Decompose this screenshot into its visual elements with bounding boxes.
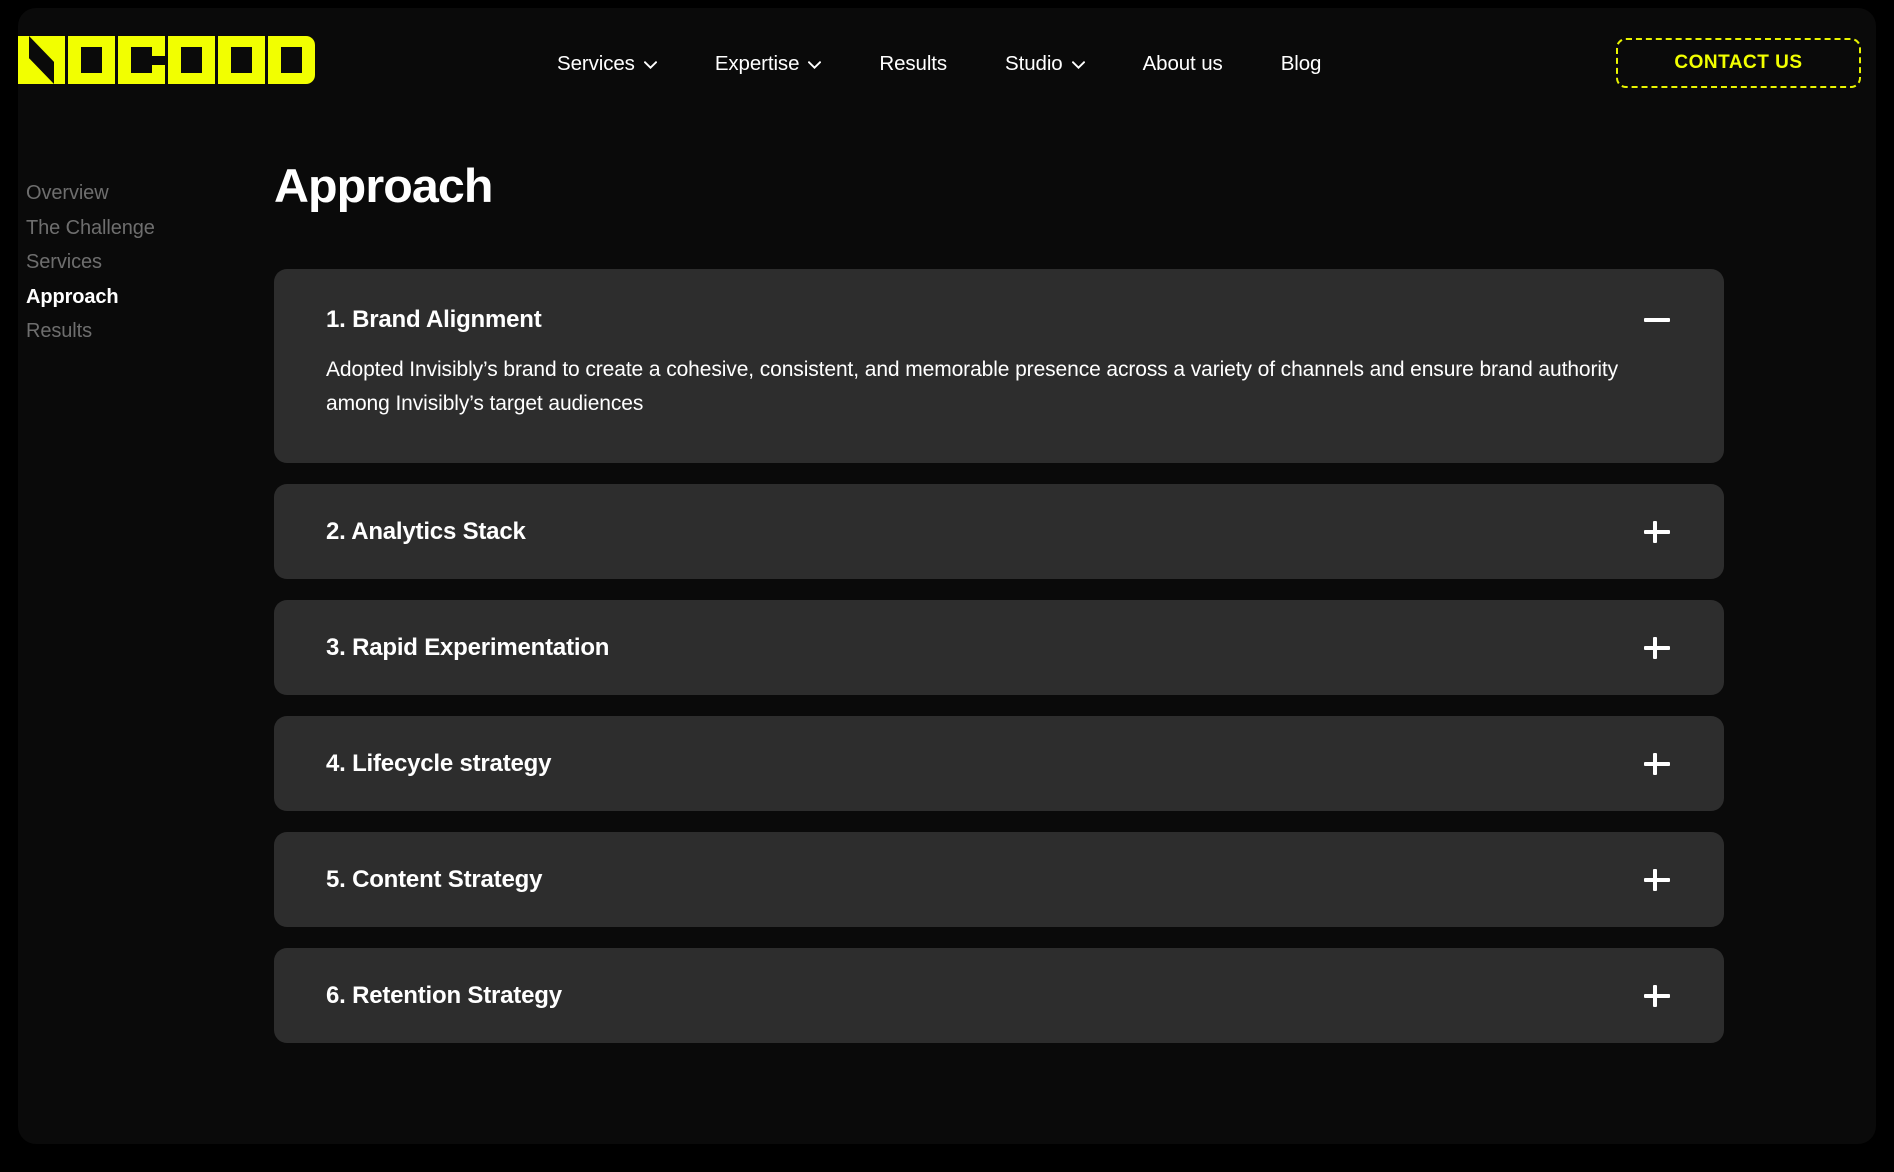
nav-item-studio[interactable]: Studio (976, 52, 1114, 76)
logo-letter-o2 (168, 36, 215, 84)
chevron-down-icon (808, 61, 822, 69)
sidebar-label-overview: Overview (26, 182, 109, 204)
sidebar-label-services: Services (26, 251, 102, 273)
page-title: Approach (274, 159, 493, 212)
nav-item-blog[interactable]: Blog (1252, 52, 1351, 76)
nav-label-services: Services (557, 52, 635, 75)
plus-icon[interactable] (1642, 517, 1672, 547)
site-header: Services Expertise Results Studio About … (18, 8, 1876, 120)
accordion-title-1: 1. Brand Alignment (326, 306, 542, 333)
page-frame: Services Expertise Results Studio About … (18, 8, 1876, 1144)
accordion-item-2[interactable]: 2. Analytics Stack (274, 484, 1724, 579)
nav-label-results: Results (879, 52, 948, 75)
minus-icon[interactable] (1642, 305, 1672, 335)
accordion-item-5[interactable]: 5. Content Strategy (274, 832, 1724, 927)
accordion-title-4: 4. Lifecycle strategy (326, 749, 552, 777)
plus-icon[interactable] (1642, 865, 1672, 895)
accordion-header-2[interactable]: 2. Analytics Stack (326, 484, 1672, 579)
sidebar-item-overview[interactable]: Overview (26, 176, 276, 211)
logo-letter-d (268, 36, 315, 84)
nav-label-studio: Studio (1005, 52, 1063, 75)
sidebar-label-results: Results (26, 320, 92, 342)
logo-letter-n (18, 36, 65, 84)
accordion-title-3: 3. Rapid Experimentation (326, 633, 610, 661)
plus-icon[interactable] (1642, 749, 1672, 779)
main-content: Approach 1. Brand Alignment Adopted Invi… (274, 158, 1724, 1043)
logo-letter-g (118, 36, 165, 84)
sidebar-label-approach: Approach (26, 285, 119, 308)
section-sidebar-nav: Overview The Challenge Services Approach… (26, 176, 276, 349)
nogood-logo[interactable] (18, 36, 315, 84)
nav-label-blog: Blog (1280, 52, 1322, 75)
nav-item-results[interactable]: Results (850, 52, 976, 76)
sidebar-item-approach[interactable]: Approach (26, 280, 276, 315)
accordion-body-1: Adopted Invisibly’s brand to create a co… (326, 358, 1619, 415)
chevron-down-icon (1071, 61, 1085, 69)
sidebar-item-services[interactable]: Services (26, 245, 276, 280)
accordion-title-5: 5. Content Strategy (326, 865, 543, 893)
accordion-title-2: 2. Analytics Stack (326, 517, 526, 545)
accordion-item-3[interactable]: 3. Rapid Experimentation (274, 600, 1724, 695)
main-navigation: Services Expertise Results Studio About … (528, 8, 1350, 120)
logo-letter-o (68, 36, 115, 84)
sidebar-item-the-challenge[interactable]: The Challenge (26, 211, 276, 246)
contact-us-button[interactable]: CONTACT US (1616, 38, 1861, 88)
accordion-header-1[interactable]: 1. Brand Alignment (326, 269, 1672, 353)
nav-label-about-us: About us (1142, 52, 1223, 75)
contact-us-label: CONTACT US (1674, 52, 1803, 73)
accordion-header-6[interactable]: 6. Retention Strategy (326, 948, 1672, 1043)
accordion-title-6: 6. Retention Strategy (326, 981, 562, 1009)
accordion-header-4[interactable]: 4. Lifecycle strategy (326, 716, 1672, 811)
accordion-item-1[interactable]: 1. Brand Alignment Adopted Invisibly’s b… (274, 269, 1724, 463)
plus-icon[interactable] (1642, 981, 1672, 1011)
plus-icon[interactable] (1642, 633, 1672, 663)
nav-label-expertise: Expertise (714, 52, 800, 75)
sidebar-label-the-challenge: The Challenge (26, 216, 155, 239)
chevron-down-icon (643, 61, 657, 69)
accordion-item-6[interactable]: 6. Retention Strategy (274, 948, 1724, 1043)
nav-item-expertise[interactable]: Expertise (686, 52, 851, 76)
nav-item-about-us[interactable]: About us (1114, 52, 1252, 76)
logo-letter-o3 (218, 36, 265, 84)
sidebar-item-results[interactable]: Results (26, 314, 276, 349)
accordion-header-3[interactable]: 3. Rapid Experimentation (326, 600, 1672, 695)
accordion-item-4[interactable]: 4. Lifecycle strategy (274, 716, 1724, 811)
approach-accordion: 1. Brand Alignment Adopted Invisibly’s b… (274, 269, 1724, 1043)
accordion-header-5[interactable]: 5. Content Strategy (326, 832, 1672, 927)
nav-item-services[interactable]: Services (528, 52, 686, 76)
